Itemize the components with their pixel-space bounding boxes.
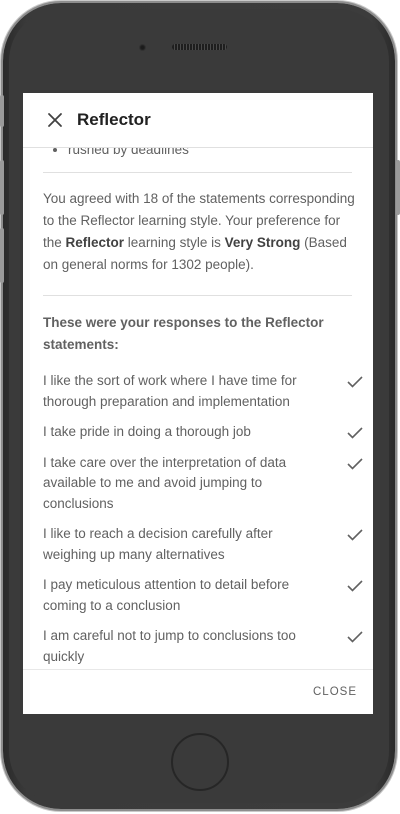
summary-paragraph: You agreed with 18 of the statements cor… — [43, 188, 355, 276]
home-button[interactable] — [171, 733, 229, 791]
volume-up-button — [0, 95, 4, 127]
statement-text: I like the sort of work where I have tim… — [43, 373, 297, 409]
preference-strength: Very Strong — [224, 235, 301, 250]
list-item: I like the sort of work where I have tim… — [43, 371, 363, 412]
check-icon — [347, 529, 363, 541]
statement-text: I pay meticulous attention to detail bef… — [43, 577, 290, 613]
list-item: I take pride in doing a thorough job — [43, 422, 363, 443]
statement-text: I am careful not to jump to conclusions … — [43, 628, 296, 664]
front-camera — [139, 44, 146, 51]
check-icon — [347, 580, 363, 592]
check-icon — [347, 457, 363, 470]
responses-heading: These were your responses to the Reflect… — [43, 315, 324, 352]
dialog-screen: Reflector rushed by deadlines You agreed… — [23, 93, 373, 714]
list-item: I pay meticulous attention to detail bef… — [43, 575, 363, 616]
close-icon[interactable] — [47, 112, 63, 128]
check-icon — [347, 376, 363, 388]
bullet-text: rushed by deadlines — [68, 148, 189, 157]
dialog-content[interactable]: rushed by deadlines You agreed with 18 o… — [23, 148, 373, 669]
power-button — [396, 160, 400, 215]
summary-text: learning style is — [124, 235, 225, 250]
close-button[interactable]: CLOSE — [313, 686, 357, 698]
volume-down-button — [0, 160, 4, 215]
check-icon — [347, 427, 363, 439]
divider — [43, 172, 352, 173]
list-item: rushed by deadlines — [53, 148, 189, 157]
style-name: Reflector — [65, 235, 125, 250]
dialog-footer: CLOSE — [23, 669, 373, 714]
list-item: I am careful not to jump to conclusions … — [43, 626, 363, 667]
check-icon — [347, 631, 363, 643]
divider — [43, 295, 352, 296]
mute-switch — [0, 228, 4, 283]
dialog-header: Reflector — [23, 93, 373, 148]
statement-text: I take pride in doing a thorough job — [43, 424, 251, 439]
dialog-title: Reflector — [77, 110, 151, 129]
responses-list: I like the sort of work where I have tim… — [43, 371, 363, 669]
statement-text: I take care over the interpretation of d… — [43, 454, 287, 511]
earpiece-speaker — [172, 44, 227, 50]
bullet-icon — [53, 148, 57, 153]
statement-text: I like to reach a decision carefully aft… — [43, 526, 273, 562]
list-item: I take care over the interpretation of d… — [43, 453, 363, 515]
list-item: I like to reach a decision carefully aft… — [43, 524, 363, 565]
